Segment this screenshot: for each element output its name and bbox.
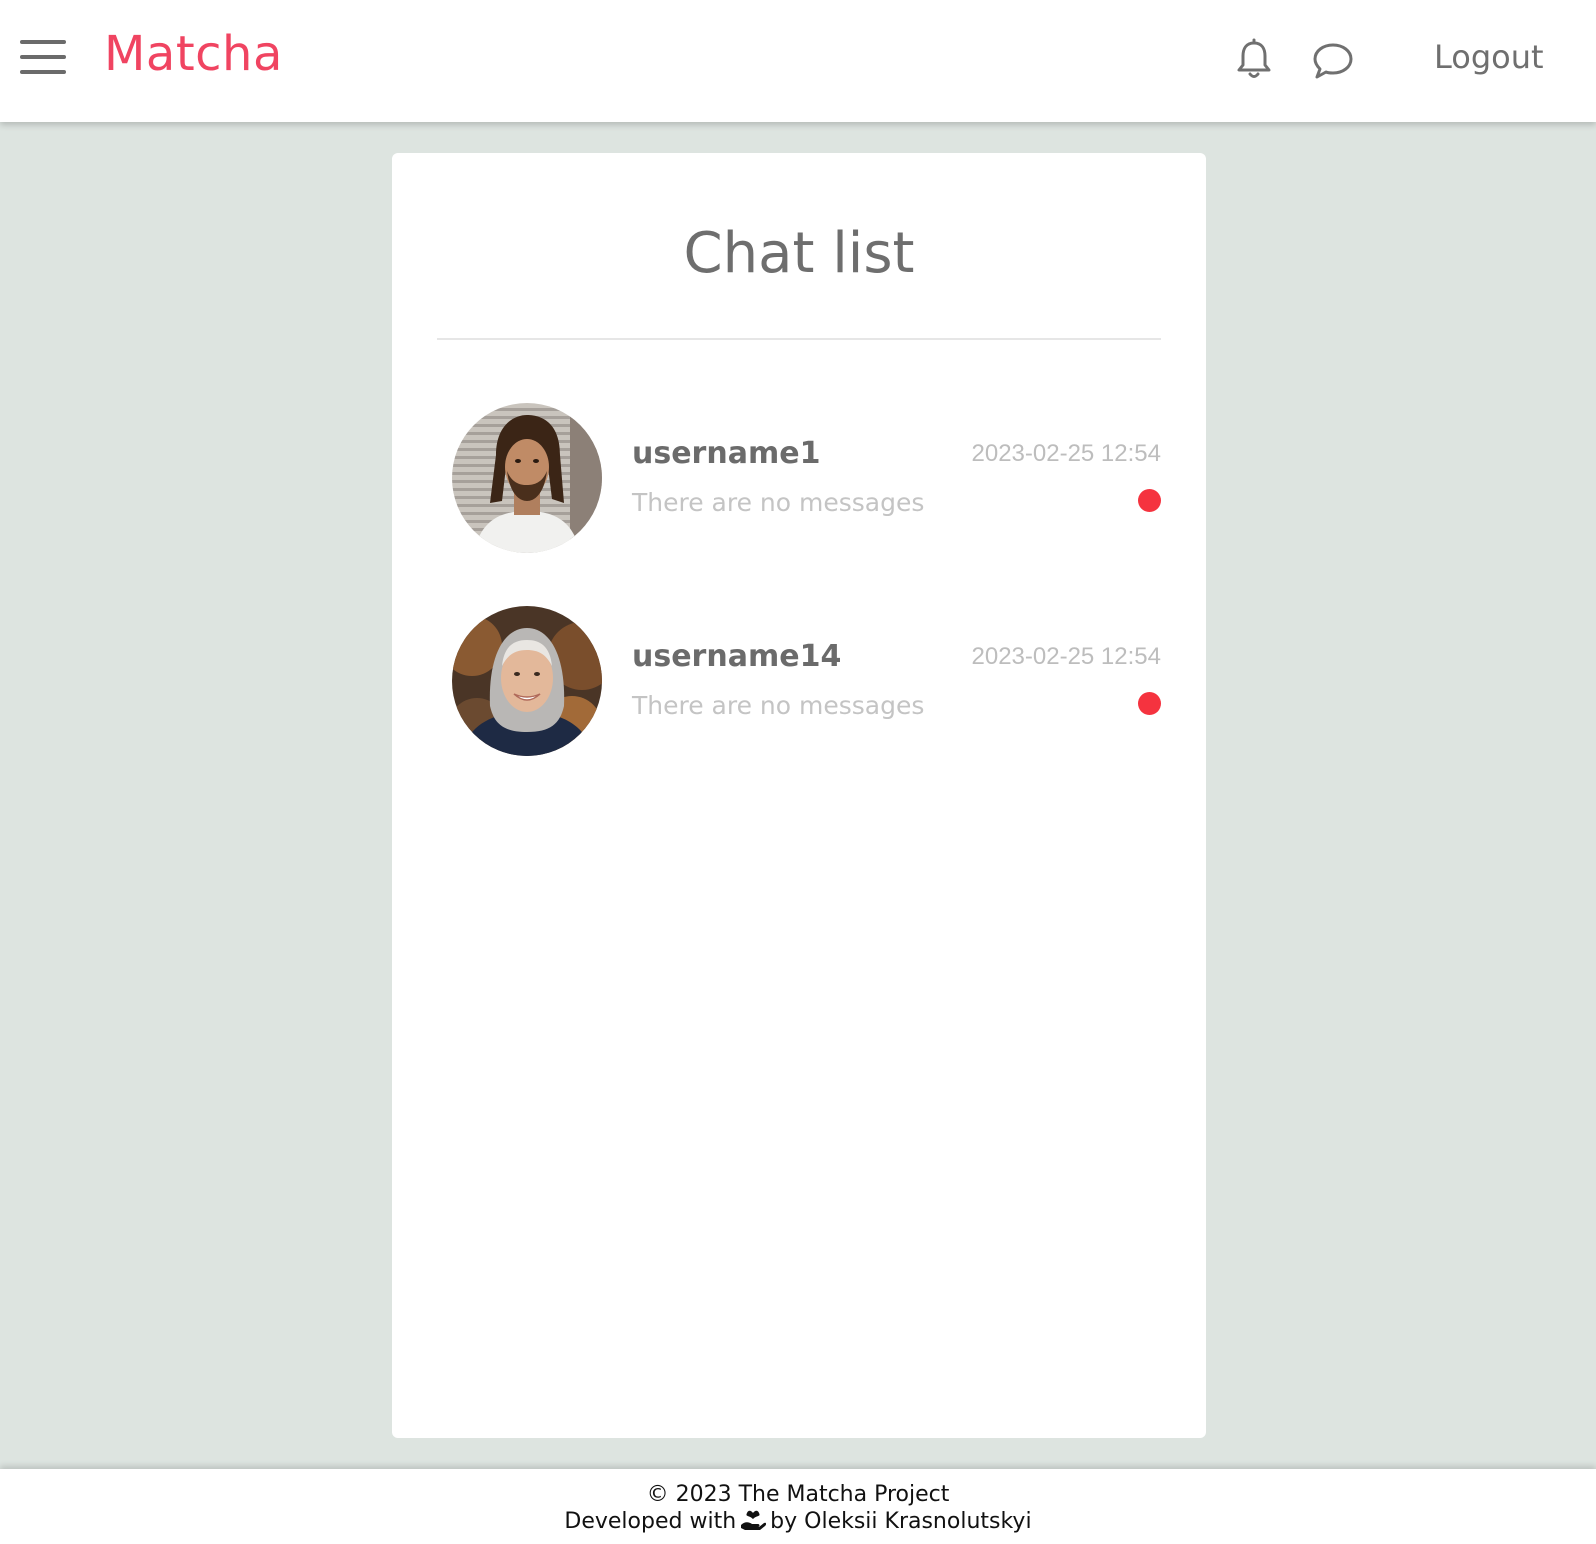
chat-list-card: Chat list username1 2023-02-25 12:54 The… [392, 153, 1206, 1438]
avatar [452, 403, 602, 553]
title-divider [437, 338, 1161, 340]
avatar [452, 606, 602, 756]
footer-copyright: © 2023 The Matcha Project [646, 1482, 950, 1507]
status-dot-icon [1138, 692, 1161, 715]
page-title: Chat list [683, 221, 915, 286]
hamburger-menu-icon[interactable] [20, 40, 66, 76]
top-navbar: Matcha Logout [0, 0, 1596, 122]
status-dot-icon [1138, 489, 1161, 512]
footer-developed-prefix: Developed with [564, 1509, 737, 1534]
chat-username: username1 [632, 436, 821, 471]
app-root: Matcha Logout Chat list username1 2023-0… [0, 0, 1596, 1544]
chat-list-item[interactable]: username14 2023-02-25 12:54 There are no… [437, 601, 1161, 761]
chat-list-item[interactable]: username1 2023-02-25 12:54 There are no … [437, 398, 1161, 558]
heart-hand-icon [740, 1509, 767, 1531]
chat-last-message: There are no messages [632, 488, 925, 517]
footer-credits: Developed with by Oleksii Krasnolutskyi [0, 1509, 1596, 1534]
footer: © 2023 The Matcha Project Developed with… [0, 1469, 1596, 1544]
chat-timestamp: 2023-02-25 12:54 [971, 440, 1162, 467]
footer-developed-suffix: by Oleksii Krasnolutskyi [770, 1509, 1032, 1534]
logout-button[interactable]: Logout [1434, 38, 1544, 76]
chat-username: username14 [632, 639, 842, 674]
chat-timestamp: 2023-02-25 12:54 [971, 643, 1162, 670]
chat-bubble-icon[interactable] [1311, 38, 1355, 82]
chat-last-message: There are no messages [632, 691, 925, 720]
brand-logo-link[interactable]: Matcha [104, 26, 283, 82]
bell-icon[interactable] [1232, 38, 1276, 82]
